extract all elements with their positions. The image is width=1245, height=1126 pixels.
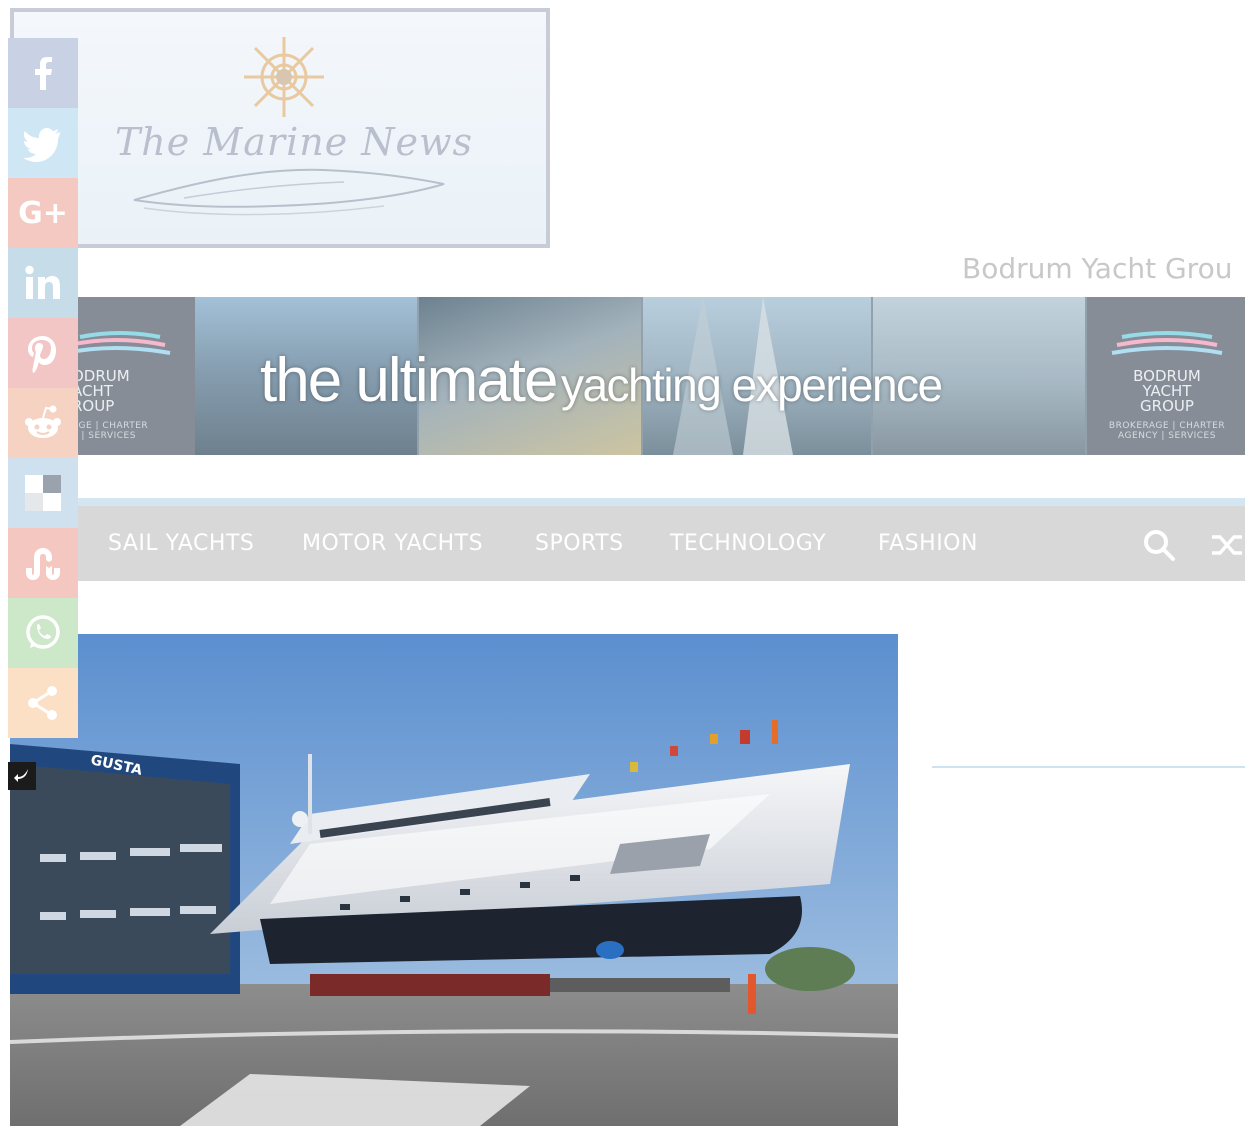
share-linkedin-button[interactable]: [8, 248, 78, 318]
share-whatsapp-button[interactable]: [8, 598, 78, 668]
twitter-icon: [23, 128, 60, 162]
stumbleupon-icon: [26, 548, 60, 580]
nav-item-sail-yachts[interactable]: SAIL YACHTS: [108, 506, 254, 581]
pinterest-icon: [28, 336, 56, 373]
site-logo[interactable]: The Marine News: [10, 8, 550, 248]
nav-item-motor-yachts[interactable]: MOTOR YACHTS: [302, 506, 483, 581]
whatsapp-icon: [26, 615, 60, 649]
share-icon: [28, 686, 57, 720]
header-tagline: Bodrum Yacht Grou: [962, 252, 1233, 285]
share-stumbleupon-button[interactable]: [8, 528, 78, 598]
share-reddit-button[interactable]: [8, 388, 78, 458]
header-banner-ad[interactable]: ODRUM ACHT ROUP AGE | CHARTER Y | SERVIC…: [10, 297, 1245, 455]
search-icon[interactable]: [1142, 528, 1176, 562]
delicious-icon: [25, 475, 61, 511]
nav-item-sports[interactable]: SPORTS: [535, 506, 624, 581]
nav-item-fashion[interactable]: FASHION: [878, 506, 978, 581]
sidebar-divider: [932, 766, 1245, 768]
linkedin-icon: [25, 265, 60, 299]
share-bar: G+: [8, 38, 78, 738]
featured-image[interactable]: GUSTA: [10, 634, 898, 1126]
google-plus-icon: G+: [18, 195, 68, 231]
share-google-plus-button[interactable]: G+: [8, 178, 78, 248]
share-bar-collapse-button[interactable]: [8, 762, 36, 790]
share-twitter-button[interactable]: [8, 108, 78, 178]
yacht-outline-graphic: [133, 168, 445, 216]
reddit-icon: [25, 405, 61, 438]
share-facebook-button[interactable]: [8, 38, 78, 108]
nav-accent-line: [10, 498, 1245, 506]
shuffle-icon[interactable]: [1210, 528, 1244, 562]
share-pinterest-button[interactable]: [8, 318, 78, 388]
banner-slogan-main: the ultimate: [260, 346, 559, 415]
nav-item-technology[interactable]: TECHNOLOGY: [670, 506, 826, 581]
logo-title: The Marine News: [114, 120, 474, 164]
banner-slogan-sub: yachting experience: [560, 359, 943, 411]
share-delicious-button[interactable]: [8, 458, 78, 528]
facebook-icon: [35, 57, 52, 90]
main-navigation: SAIL YACHTS MOTOR YACHTS SPORTS TECHNOLO…: [10, 506, 1245, 581]
collapse-arrow-icon: [14, 769, 28, 782]
ship-wheel-icon: [244, 37, 324, 117]
share-more-button[interactable]: [8, 668, 78, 738]
banner-slogan: the ultimate yachting experience: [260, 345, 943, 416]
